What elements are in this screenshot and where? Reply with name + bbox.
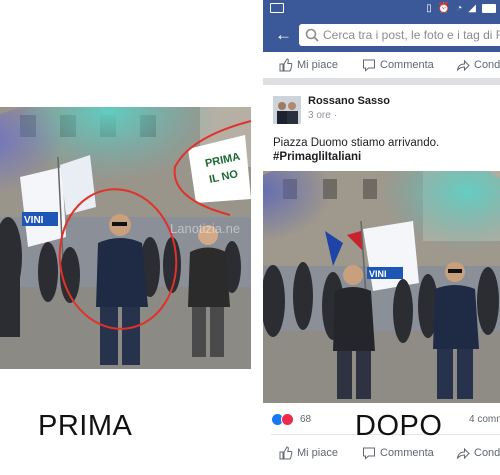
post-hashtag[interactable]: #PrimagliItaliani bbox=[273, 151, 361, 163]
comment-count[interactable]: 4 comm bbox=[469, 414, 500, 425]
comment-icon bbox=[363, 447, 375, 460]
search-box[interactable] bbox=[299, 24, 500, 46]
signal-icon: ◢ bbox=[468, 3, 476, 14]
caption-after: DOPO bbox=[355, 410, 443, 442]
photo-before: VINI PRIMA IL NO Lanotizia.ne bbox=[0, 107, 251, 369]
post-author[interactable]: Rossano Sasso bbox=[308, 95, 390, 107]
back-arrow-icon[interactable]: ← bbox=[275, 24, 292, 46]
post-divider bbox=[263, 78, 500, 85]
reaction-count: 68 bbox=[300, 414, 312, 425]
crowd-photo-before: VINI PRIMA IL NO Lanotizia.ne bbox=[0, 107, 251, 369]
comment-label: Commenta bbox=[380, 447, 434, 459]
vibrate-icon: ▯ bbox=[426, 3, 432, 14]
photo-after[interactable]: VINI bbox=[263, 171, 500, 403]
thumbs-up-icon bbox=[279, 446, 293, 460]
share-icon bbox=[456, 447, 470, 460]
status-bar: ▯ ⏰ ◔ ◢ bbox=[263, 0, 500, 18]
post-header: Rossano Sasso 3 ore · bbox=[263, 88, 500, 128]
share-button-top[interactable]: Condi bbox=[456, 58, 500, 72]
facebook-phone-screenshot: ▯ ⏰ ◔ ◢ ← Mi piace Commenta Condi bbox=[263, 0, 500, 475]
post-time[interactable]: 3 ore bbox=[308, 110, 331, 121]
comment-button[interactable]: Commenta bbox=[362, 446, 434, 460]
like-label-top: Mi piace bbox=[297, 59, 338, 71]
top-action-row: Mi piace Commenta Condi bbox=[263, 52, 500, 78]
post-meta: 3 ore · bbox=[308, 110, 337, 121]
post-text: Piazza Duomo stiamo arrivando. bbox=[273, 137, 440, 149]
share-icon bbox=[456, 59, 470, 72]
like-button[interactable]: Mi piace bbox=[279, 446, 338, 460]
search-icon bbox=[305, 28, 319, 42]
avatar[interactable] bbox=[273, 96, 301, 124]
like-label: Mi piace bbox=[297, 447, 338, 459]
search-header: ← bbox=[263, 18, 500, 52]
battery-icon bbox=[482, 4, 496, 13]
thumbs-up-icon bbox=[279, 58, 293, 72]
share-label-top: Condi bbox=[474, 59, 500, 71]
wifi-icon: ◔ bbox=[456, 3, 463, 14]
comment-button-top[interactable]: Commenta bbox=[362, 58, 434, 72]
like-button-top[interactable]: Mi piace bbox=[279, 58, 338, 72]
comment-label-top: Commenta bbox=[380, 59, 434, 71]
flag-text-before: VINI bbox=[24, 215, 44, 226]
share-label: Condi bbox=[474, 447, 500, 459]
love-reaction-icon bbox=[281, 413, 294, 426]
share-button[interactable]: Condi bbox=[456, 446, 500, 460]
bottom-action-row: Mi piace Commenta Condi bbox=[263, 440, 500, 466]
alarm-icon: ⏰ bbox=[437, 3, 451, 14]
screen-icon bbox=[270, 3, 284, 13]
globe-icon: · bbox=[333, 110, 338, 121]
crowd-photo-after: VINI bbox=[263, 171, 500, 403]
svg-text:VINI: VINI bbox=[369, 269, 387, 279]
search-input[interactable] bbox=[323, 26, 500, 44]
watermark: Lanotizia.ne bbox=[170, 221, 240, 236]
comment-icon bbox=[363, 59, 375, 72]
caption-before: PRIMA bbox=[38, 410, 133, 442]
